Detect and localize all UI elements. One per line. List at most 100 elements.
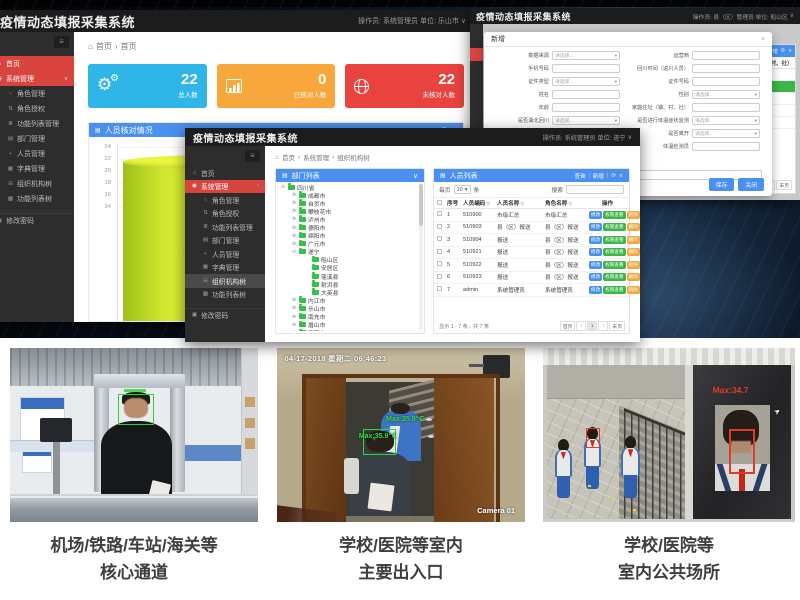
expander-icon[interactable]: ⊕ bbox=[291, 297, 297, 303]
sidebar-item[interactable]: ⊟ 组织机构树 bbox=[185, 274, 265, 288]
edit-button[interactable]: 修改 bbox=[589, 223, 602, 231]
page-button[interactable]: 1 bbox=[587, 321, 597, 331]
sidebar-item[interactable]: ▦ 字典管理 bbox=[0, 161, 74, 176]
row-checkbox[interactable] bbox=[437, 249, 447, 256]
sidebar-item[interactable]: ≣ 功能列表管理 bbox=[185, 220, 265, 234]
sidebar-item[interactable]: ⇅ 角色授权 bbox=[185, 207, 265, 221]
tree-node[interactable]: 船山区 bbox=[280, 256, 417, 264]
sidebar-item[interactable]: ▣ 修改密码 bbox=[0, 213, 74, 228]
operator-info[interactable]: 操作员: 系统管理员 单位: 乐山市 ∨ bbox=[358, 16, 466, 26]
hamburger-icon[interactable]: ≡ bbox=[54, 36, 69, 48]
page-button[interactable]: 末页 bbox=[776, 180, 792, 190]
edit-button[interactable]: 修改 bbox=[589, 261, 602, 269]
field-input[interactable] bbox=[692, 142, 760, 152]
expander-icon[interactable]: ⊕ bbox=[291, 192, 297, 198]
edit-button[interactable]: 修改 bbox=[589, 273, 602, 281]
sidebar-item[interactable]: ▪ 人员管理 bbox=[185, 247, 265, 261]
col-code[interactable]: 人员编码⇅ bbox=[463, 199, 497, 207]
expander-icon[interactable]: ⊕ bbox=[291, 233, 297, 239]
field-input[interactable] bbox=[552, 64, 620, 74]
hamburger-icon[interactable]: ≡ bbox=[245, 150, 260, 162]
table-row[interactable]: 7 admin 系统管理员 系统管理员 修改 权限查看 删除 bbox=[434, 284, 629, 297]
expander-icon[interactable]: ⊕ bbox=[291, 216, 297, 222]
perm-view-button[interactable]: 权限查看 bbox=[603, 248, 625, 256]
query-button[interactable]: 查询 bbox=[574, 172, 585, 180]
delete-button[interactable]: 删除 bbox=[627, 211, 640, 219]
sidebar-item[interactable]: ▣ 修改密码 bbox=[185, 308, 265, 322]
edit-button[interactable]: 修改 bbox=[589, 286, 602, 294]
tree-node[interactable]: ⊕ 绵阳市 bbox=[280, 232, 417, 240]
table-row[interactable]: 6 510923 报送 县（区）报送 修改 权限查看 删除 bbox=[434, 272, 629, 285]
field-input[interactable] bbox=[552, 103, 620, 113]
sidebar-item[interactable]: ◉ 系统管理 ‹ bbox=[185, 180, 265, 194]
expander-icon[interactable]: ⊕ bbox=[291, 330, 297, 331]
sidebar-item[interactable]: ▩ 功能列表树 bbox=[185, 288, 265, 302]
tree-node[interactable]: ⊖ 四川省 bbox=[280, 183, 417, 191]
expander-icon[interactable]: ⊕ bbox=[291, 322, 297, 328]
expander-icon[interactable]: ⊖ bbox=[280, 184, 286, 190]
tree-node[interactable]: ⊕ 成都市 bbox=[280, 191, 417, 199]
breadcrumb-item[interactable]: 首页 bbox=[96, 41, 112, 52]
tree-node[interactable]: 蓬溪县 bbox=[280, 272, 417, 280]
row-checkbox[interactable] bbox=[437, 211, 447, 218]
chevron-down-icon[interactable]: ∨ bbox=[413, 172, 418, 180]
perm-view-button[interactable]: 权限查看 bbox=[603, 273, 625, 281]
tree-node[interactable]: ⊕ 内江市 bbox=[280, 296, 417, 304]
refresh-icon[interactable]: ⟳ bbox=[611, 173, 616, 179]
perm-view-button[interactable]: 权限查看 bbox=[603, 211, 625, 219]
row-checkbox[interactable] bbox=[437, 261, 447, 268]
edit-button[interactable]: 修改 bbox=[589, 236, 602, 244]
tree-node[interactable]: ⊖ 遂宁 bbox=[280, 248, 417, 256]
page-button[interactable]: 首页 bbox=[560, 321, 576, 331]
row-checkbox[interactable] bbox=[437, 224, 447, 231]
field-input[interactable]: 请选择... ▾ bbox=[552, 51, 620, 61]
tree-node[interactable]: ⊕ 广元市 bbox=[280, 240, 417, 248]
add-button[interactable]: 新增 bbox=[593, 172, 604, 180]
sidebar-item[interactable]: ▤ 部门管理 bbox=[185, 234, 265, 248]
page-button[interactable]: ‹ bbox=[576, 321, 586, 331]
chevron-down-icon[interactable]: ∨ bbox=[788, 48, 792, 54]
expander-icon[interactable]: ⊕ bbox=[291, 225, 297, 231]
perm-view-button[interactable]: 权限查看 bbox=[603, 261, 625, 269]
stat-card[interactable]: 0 已核对人数 bbox=[217, 64, 336, 108]
tree-node[interactable]: ⊕ 攀枝花市 bbox=[280, 207, 417, 215]
scrollbar[interactable] bbox=[419, 184, 423, 330]
field-input[interactable]: 请选择... ▾ bbox=[552, 116, 620, 126]
expander-icon[interactable]: ⊕ bbox=[291, 314, 297, 320]
sidebar-item[interactable]: ▪ 人员管理 bbox=[0, 146, 74, 161]
perm-view-button[interactable]: 权限查看 bbox=[603, 223, 625, 231]
expander-icon[interactable]: ⊕ bbox=[291, 305, 297, 311]
delete-button[interactable]: 删除 bbox=[627, 223, 640, 231]
table-row[interactable]: 3 510904 报送 县（区）报送 修改 权限查看 删除 bbox=[434, 234, 629, 247]
close-button[interactable]: 关闭 bbox=[738, 178, 764, 191]
search-input[interactable] bbox=[566, 185, 624, 194]
sidebar-item[interactable]: ⌂ 首页 bbox=[185, 166, 265, 180]
delete-button[interactable]: 删除 bbox=[627, 248, 640, 256]
field-input[interactable] bbox=[692, 64, 760, 74]
field-input[interactable] bbox=[692, 51, 760, 61]
tree-node[interactable]: ⊕ 南充市 bbox=[280, 313, 417, 321]
page-size-select[interactable]: 10 ▾ bbox=[454, 185, 471, 194]
page-button[interactable]: › bbox=[598, 321, 608, 331]
col-no[interactable]: 序号 bbox=[447, 199, 463, 207]
expander-icon[interactable]: ⊖ bbox=[291, 249, 297, 255]
table-row[interactable]: 2 510903 县（区）报送 县（区）报送 修改 权限查看 删除 bbox=[434, 222, 629, 235]
delete-button[interactable]: 删除 bbox=[627, 273, 640, 281]
sidebar-item[interactable]: ⊟ 组织机构树 bbox=[0, 176, 74, 191]
sidebar-item[interactable]: ▩ 功能列表树 bbox=[0, 191, 74, 206]
sidebar-item[interactable]: ⇅ 角色授权 bbox=[0, 101, 74, 116]
breadcrumb-item[interactable]: 系统管理 bbox=[303, 152, 329, 162]
field-input[interactable] bbox=[692, 103, 760, 113]
operator-info[interactable]: 操作员: 系统管理员 单位: 遂宁 ∨ bbox=[543, 133, 632, 142]
select-all-checkbox[interactable] bbox=[437, 200, 447, 207]
operator-info[interactable]: 操作员: 县（区）管理员 单位: 船山区 ∨ bbox=[693, 12, 794, 21]
tree-node[interactable]: ⊕ 乐山市 bbox=[280, 304, 417, 312]
row-checkbox[interactable] bbox=[437, 236, 447, 243]
expander-icon[interactable]: ⊕ bbox=[291, 200, 297, 206]
expander-icon[interactable]: ⊕ bbox=[291, 208, 297, 214]
field-input[interactable]: 请选择... ▾ bbox=[552, 77, 620, 87]
tree-node[interactable]: ⊕ 眉山市 bbox=[280, 321, 417, 329]
field-input[interactable]: 请选择... ▾ bbox=[692, 90, 760, 100]
chevron-down-icon[interactable]: ∨ bbox=[619, 173, 623, 179]
stat-card[interactable]: 22 未核对人数 bbox=[345, 64, 464, 108]
